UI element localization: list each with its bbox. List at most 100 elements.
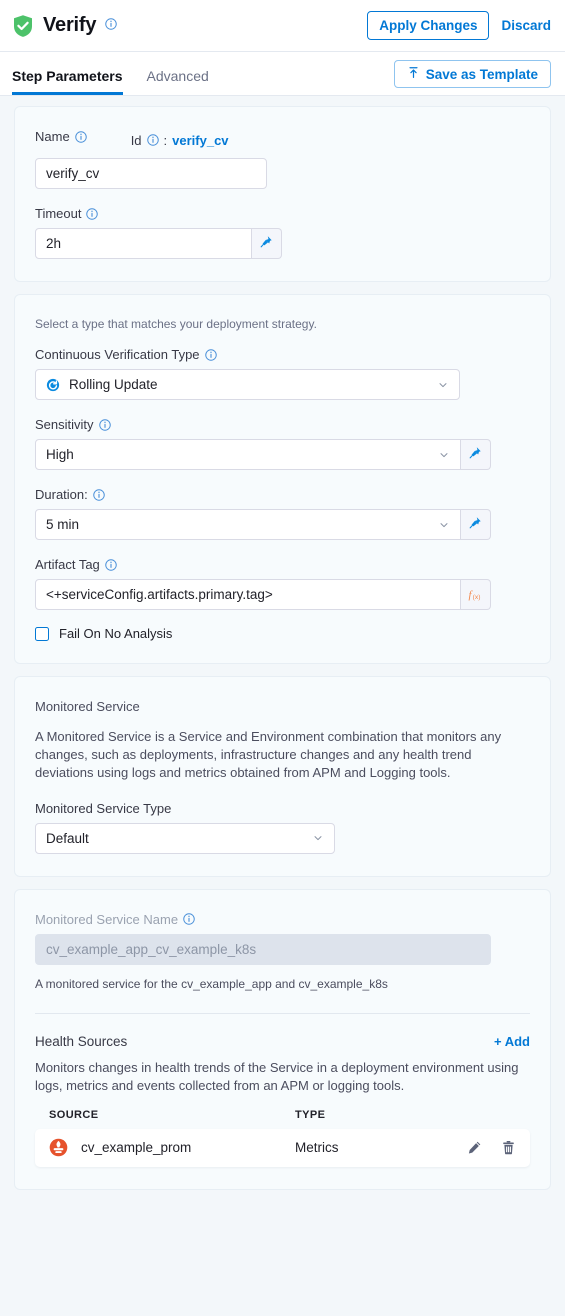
monitored-service-type-select[interactable]: Default	[35, 822, 335, 854]
fx-expression-icon: f (x)	[466, 587, 486, 602]
sensitivity-select[interactable]: High	[35, 439, 461, 470]
name-id-row: Name Id : verify_cv	[35, 129, 530, 151]
column-header-source: SOURCE	[49, 1108, 99, 1121]
form-body: Name Id : verify_cv verify_cv Timeout 2h…	[0, 96, 565, 1190]
name-label: Name	[35, 129, 70, 144]
pin-icon	[469, 446, 482, 464]
column-header-type: TYPE	[295, 1108, 326, 1121]
info-icon[interactable]	[74, 129, 87, 144]
page-title: Verify	[43, 14, 97, 36]
info-icon[interactable]	[98, 417, 111, 432]
monitored-service-name-description: A monitored service for the cv_example_a…	[35, 976, 388, 991]
save-as-template-button[interactable]: Save as Template	[393, 60, 551, 88]
apply-changes-button[interactable]: Apply Changes	[367, 11, 490, 40]
chevron-down-icon	[437, 379, 449, 391]
cv-type-label: Continuous Verification Type	[35, 347, 200, 362]
chevron-down-icon	[438, 449, 450, 461]
trash-icon[interactable]	[501, 1140, 516, 1156]
sensitivity-label: Sensitivity	[35, 417, 94, 432]
fail-on-no-analysis-checkbox[interactable]	[35, 626, 49, 641]
id-separator: :	[163, 132, 168, 148]
monitored-service-heading: Monitored Service	[35, 699, 140, 714]
tab-list: Step Parameters Advanced	[12, 52, 209, 95]
cv-type-value: Rolling Update	[69, 377, 158, 392]
monitored-service-type-label: Monitored Service Type	[35, 800, 172, 816]
timeout-pin-button[interactable]	[252, 228, 282, 259]
timeout-label: Timeout	[35, 206, 82, 221]
info-icon[interactable]	[146, 133, 159, 148]
table-header-row: SOURCE TYPE	[35, 1109, 530, 1129]
section-divider	[35, 1012, 530, 1014]
chevron-down-icon	[312, 832, 324, 844]
health-sources-description: Monitors changes in health trends of the…	[35, 1059, 519, 1093]
sensitivity-field-group: High	[35, 439, 491, 470]
monitored-service-description: A Monitored Service is a Service and Env…	[35, 729, 502, 781]
continuous-verification-card: Select a type that matches your deployme…	[14, 294, 551, 664]
info-icon[interactable]	[105, 17, 118, 35]
svg-text:(x): (x)	[472, 594, 480, 601]
cv-type-label-group: Continuous Verification Type	[35, 347, 530, 362]
tab-bar: Step Parameters Advanced Save as Templat…	[0, 52, 565, 96]
monitored-service-name-input: cv_example_app_cv_example_k8s	[35, 933, 491, 965]
cv-helper-text: Select a type that matches your deployme…	[35, 317, 317, 331]
artifact-tag-input[interactable]: <+serviceConfig.artifacts.primary.tag>	[35, 579, 461, 610]
fx-expression-button[interactable]: f (x)	[461, 579, 491, 610]
artifact-tag-field-group: <+serviceConfig.artifacts.primary.tag> f…	[35, 579, 491, 610]
row-actions	[467, 1140, 516, 1156]
health-sources-table: SOURCE TYPE cv_example_prom Metrics	[35, 1109, 530, 1167]
prometheus-icon	[49, 1138, 68, 1157]
save-as-template-label: Save as Template	[425, 66, 538, 82]
duration-label-group: Duration:	[35, 487, 530, 502]
tab-bar-actions: Save as Template	[393, 60, 551, 95]
monitored-service-card: Monitored Service A Monitored Service is…	[14, 676, 551, 877]
tab-advanced[interactable]: Advanced	[147, 69, 209, 95]
info-icon[interactable]	[93, 487, 105, 502]
chevron-down-icon	[438, 519, 450, 531]
add-health-source-button[interactable]: + Add	[494, 1034, 530, 1049]
pin-icon	[260, 235, 273, 253]
step-id-group: Id : verify_cv	[131, 133, 229, 148]
sensitivity-label-group: Sensitivity	[35, 417, 530, 432]
info-icon[interactable]	[86, 206, 99, 221]
info-icon[interactable]	[204, 347, 217, 362]
fail-on-no-analysis-row[interactable]: Fail On No Analysis	[35, 626, 530, 641]
health-sources-header: Health Sources + Add	[35, 1034, 530, 1049]
id-label: Id	[130, 132, 142, 148]
monitored-service-name-label-group: Monitored Service Name	[35, 912, 530, 927]
duration-label: Duration:	[35, 487, 88, 502]
page-title-group: Verify	[12, 14, 118, 38]
timeout-input[interactable]: 2h	[35, 228, 252, 259]
name-label-group: Name	[35, 129, 87, 144]
duration-select[interactable]: 5 min	[35, 509, 461, 540]
name-timeout-card: Name Id : verify_cv verify_cv Timeout 2h	[14, 106, 551, 282]
duration-value: 5 min	[46, 517, 80, 532]
artifact-tag-label: Artifact Tag	[35, 557, 100, 572]
id-value[interactable]: verify_cv	[172, 133, 228, 148]
info-icon[interactable]	[105, 557, 117, 572]
pencil-icon[interactable]	[467, 1140, 482, 1155]
timeout-field-group: 2h	[35, 228, 282, 259]
health-source-name: cv_example_prom	[81, 1140, 192, 1156]
table-row[interactable]: cv_example_prom Metrics	[35, 1128, 530, 1167]
cv-type-select[interactable]: Rolling Update	[35, 369, 460, 400]
service-name-health-sources-card: Monitored Service Name cv_example_app_cv…	[14, 888, 551, 1190]
header-actions: Apply Changes Discard	[367, 11, 551, 40]
rolling-update-icon	[46, 378, 60, 392]
app-header: Verify Apply Changes Discard	[0, 0, 565, 52]
timeout-label-group: Timeout	[35, 206, 530, 221]
sensitivity-pin-button[interactable]	[461, 439, 491, 470]
fail-on-no-analysis-label: Fail On No Analysis	[59, 626, 173, 641]
cell-source: cv_example_prom	[49, 1138, 295, 1157]
name-input[interactable]: verify_cv	[35, 158, 267, 189]
duration-field-group: 5 min	[35, 509, 491, 540]
monitored-service-name-label: Monitored Service Name	[35, 911, 179, 927]
save-template-upload-icon	[407, 66, 420, 82]
monitored-service-type-value: Default	[46, 830, 89, 846]
discard-button[interactable]: Discard	[501, 18, 551, 33]
tab-step-parameters[interactable]: Step Parameters	[12, 69, 123, 95]
duration-pin-button[interactable]	[461, 509, 491, 540]
info-icon[interactable]	[183, 912, 195, 927]
artifact-tag-label-group: Artifact Tag	[35, 557, 530, 572]
verify-shield-icon	[12, 14, 34, 38]
cell-type: Metrics	[295, 1140, 339, 1156]
